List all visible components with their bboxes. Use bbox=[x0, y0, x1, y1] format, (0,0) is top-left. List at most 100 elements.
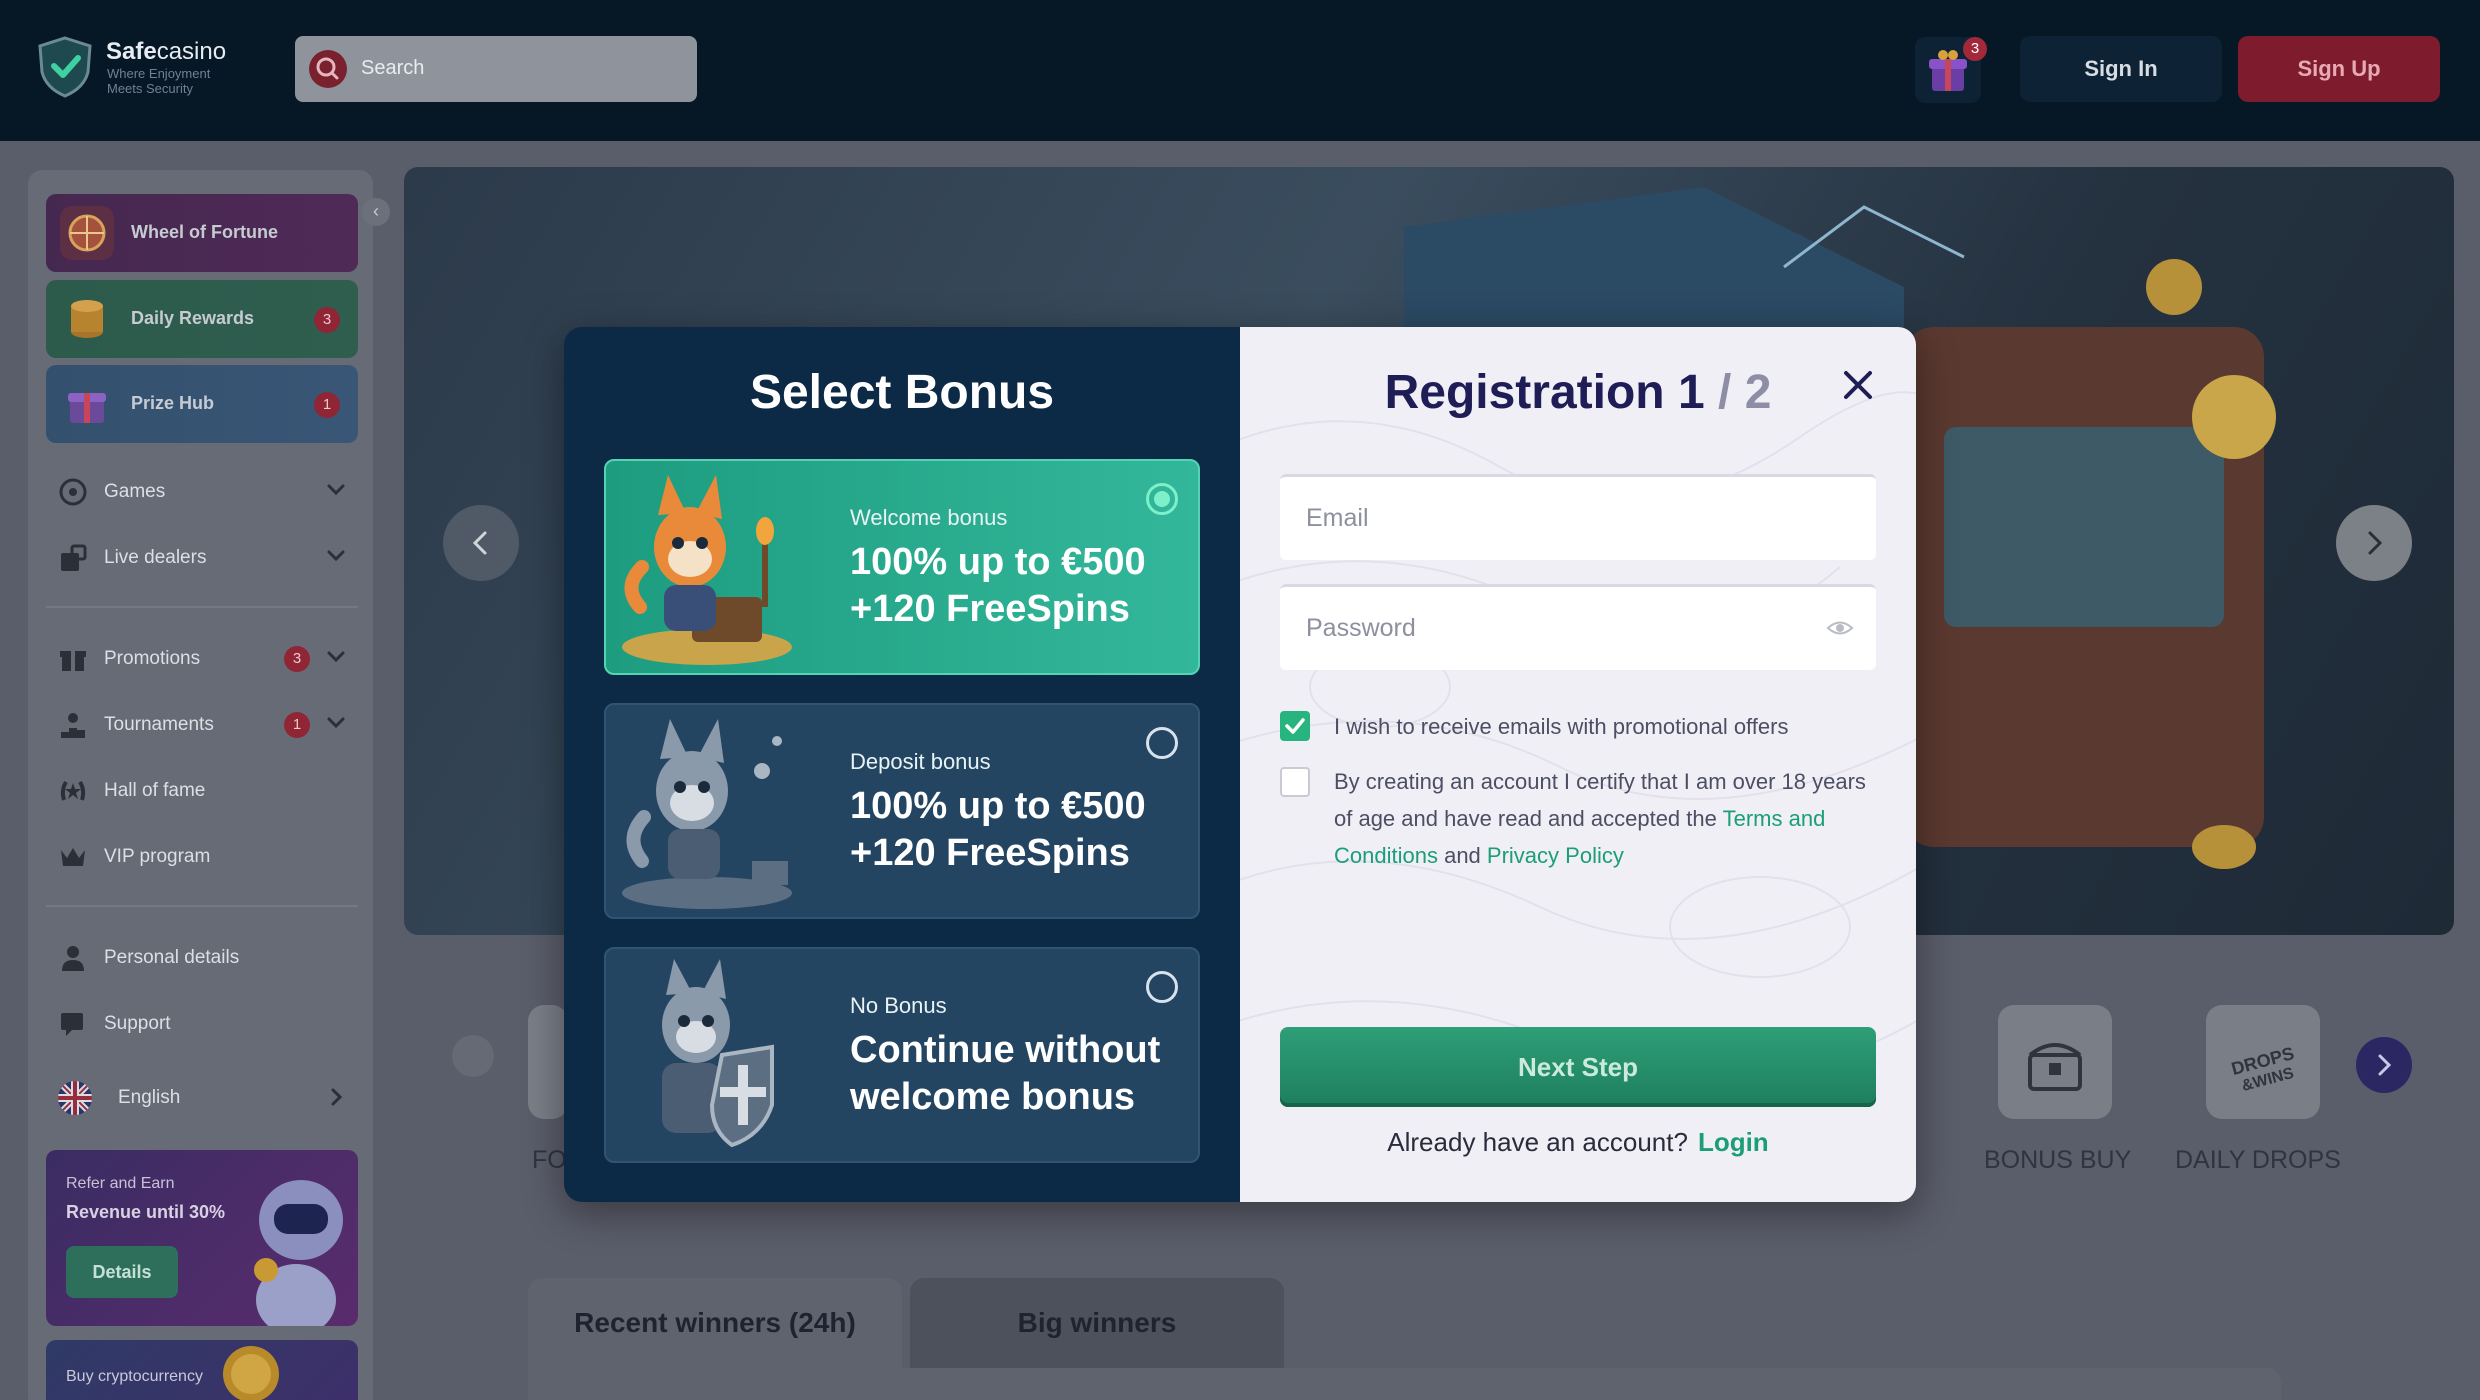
bonus-radio-selected[interactable] bbox=[1146, 483, 1178, 515]
sidebar-item-wheel-of-fortune[interactable]: Wheel of Fortune bbox=[46, 194, 358, 272]
coins-stack-icon bbox=[71, 300, 103, 338]
eye-icon[interactable] bbox=[1826, 617, 1854, 639]
bonus-offer-line2: welcome bonus bbox=[850, 1076, 1136, 1118]
promotions-badge: 3 bbox=[284, 646, 310, 672]
chevron-right-icon bbox=[331, 1088, 343, 1106]
refer-details-button[interactable]: Details bbox=[66, 1246, 178, 1298]
registration-panel: Registration 1 / 2 I wish to receive ema… bbox=[1240, 327, 1916, 1202]
category-tile-partial[interactable] bbox=[528, 1005, 568, 1119]
drops-wins-icon: DROPS&WINS bbox=[2229, 1043, 2296, 1095]
gift-icon bbox=[60, 651, 86, 671]
sidebar-item-label: Hall of fame bbox=[104, 780, 206, 801]
search-bar[interactable]: Search bbox=[295, 36, 697, 102]
sidebar-item-tournaments[interactable]: Tournaments 1 bbox=[46, 696, 358, 752]
daily-rewards-badge: 3 bbox=[314, 307, 340, 333]
bonus-option-welcome[interactable]: Welcome bonus 100% up to €500 +120 FreeS… bbox=[604, 459, 1200, 675]
password-field[interactable] bbox=[1280, 584, 1876, 670]
trophy-icon bbox=[61, 713, 85, 738]
winners-tabs: Recent winners (24h) Big winners bbox=[528, 1278, 2281, 1400]
sidebar-item-label: Daily Rewards bbox=[131, 308, 255, 328]
categories-prev-button[interactable] bbox=[452, 1035, 494, 1077]
sidebar-item-label: Personal details bbox=[104, 947, 240, 968]
sidebar-divider bbox=[46, 606, 358, 608]
crown-icon bbox=[61, 848, 85, 866]
checkmark-icon bbox=[1285, 718, 1305, 734]
robot-mascot-icon bbox=[254, 1180, 343, 1326]
login-link[interactable]: Login bbox=[1698, 1127, 1769, 1157]
next-step-button[interactable]: Next Step bbox=[1280, 1027, 1876, 1107]
category-daily-drops[interactable]: DROPS &WINS bbox=[2206, 1005, 2320, 1119]
promo-emails-checkbox[interactable] bbox=[1280, 711, 1310, 741]
bonus-option-none[interactable]: No Bonus Continue without welcome bonus bbox=[604, 947, 1200, 1163]
fox-mascot-shield-icon bbox=[662, 959, 774, 1148]
sidebar-item-daily-rewards[interactable]: Daily Rewards 3 bbox=[46, 280, 358, 358]
terms-checkbox[interactable] bbox=[1280, 767, 1310, 797]
brand-name: Safecasino bbox=[106, 38, 227, 65]
tournaments-badge: 1 bbox=[284, 712, 310, 738]
bonus-type-label: No Bonus bbox=[850, 993, 947, 1018]
categories-next-button[interactable] bbox=[2356, 1037, 2412, 1093]
privacy-link[interactable]: Privacy Policy bbox=[1487, 843, 1624, 868]
person-icon bbox=[62, 946, 84, 971]
sidebar-item-support[interactable]: Support bbox=[46, 995, 358, 1051]
sidebar-item-vip-program[interactable]: VIP program bbox=[46, 828, 358, 884]
sidebar-item-games[interactable]: Games bbox=[46, 463, 358, 519]
tab-recent-winners[interactable]: Recent winners (24h) bbox=[528, 1278, 902, 1368]
email-field[interactable] bbox=[1280, 474, 1876, 560]
live-dealers-icon bbox=[61, 544, 87, 571]
brand-logo[interactable]: Safecasino Where Enjoyment Meets Securit… bbox=[38, 36, 238, 104]
laurel-icon bbox=[60, 780, 86, 801]
bonus-radio[interactable] bbox=[1146, 727, 1178, 759]
prize-box-icon bbox=[68, 393, 106, 423]
wheel-icon bbox=[60, 206, 114, 260]
buy-crypto-card[interactable]: Buy cryptocurrency bbox=[46, 1340, 358, 1400]
sidebar-item-live-dealers[interactable]: Live dealers bbox=[46, 529, 358, 585]
fox-mascot-treasure-icon bbox=[622, 475, 792, 665]
bonus-offer-line1: 100% up to €500 bbox=[850, 785, 1146, 827]
promo-emails-label: I wish to receive emails with promotiona… bbox=[1334, 714, 1789, 739]
bonus-type-label: Deposit bonus bbox=[850, 749, 991, 774]
bonus-offer-line2: +120 FreeSpins bbox=[850, 832, 1130, 874]
chevron-down-icon bbox=[327, 550, 345, 562]
select-bonus-title: Select Bonus bbox=[749, 366, 1055, 419]
terms-label: By creating an account I certify that I … bbox=[1334, 769, 1866, 868]
prize-hub-badge: 1 bbox=[314, 392, 340, 418]
gift-count-badge: 3 bbox=[1963, 37, 1987, 61]
games-icon bbox=[59, 478, 87, 506]
language-label: English bbox=[118, 1087, 181, 1108]
tab-big-winners[interactable]: Big winners bbox=[910, 1278, 1284, 1368]
sidebar-item-label: Tournaments bbox=[104, 714, 214, 735]
sidebar-item-label: VIP program bbox=[104, 846, 211, 867]
registration-title: Registration 1 / 2 bbox=[1384, 366, 1772, 419]
chevron-left-icon bbox=[472, 531, 487, 555]
language-selector[interactable]: English bbox=[46, 1069, 358, 1125]
category-label-bonus-buy: BONUS BUY bbox=[1984, 1146, 2132, 1174]
bonus-type-label: Welcome bonus bbox=[850, 505, 1008, 530]
banner-next-button[interactable] bbox=[2336, 505, 2412, 581]
fox-mascot-coins-icon bbox=[622, 719, 792, 909]
sidebar-collapse-button[interactable]: ‹ bbox=[362, 198, 390, 226]
sign-up-button[interactable]: Sign Up bbox=[2238, 36, 2440, 102]
bonus-offer-line2: +120 FreeSpins bbox=[850, 588, 1130, 630]
bonus-option-deposit[interactable]: Deposit bonus 100% up to €500 +120 FreeS… bbox=[604, 703, 1200, 919]
sidebar-item-promotions[interactable]: Promotions 3 bbox=[46, 630, 358, 686]
close-icon[interactable] bbox=[1838, 365, 1878, 405]
sidebar-item-label: Live dealers bbox=[104, 547, 207, 568]
sidebar-item-hall-of-fame[interactable]: Hall of fame bbox=[46, 762, 358, 818]
brand-tagline: Where Enjoyment Meets Security bbox=[107, 66, 211, 96]
banner-prev-button[interactable] bbox=[443, 505, 519, 581]
chevron-down-icon bbox=[327, 717, 345, 729]
bonus-radio[interactable] bbox=[1146, 971, 1178, 1003]
category-bonus-buy[interactable] bbox=[1998, 1005, 2112, 1119]
refer-and-earn-card[interactable]: Refer and Earn Revenue until 30% Details bbox=[46, 1150, 358, 1326]
sign-in-button[interactable]: Sign In bbox=[2020, 36, 2222, 102]
sidebar-item-personal-details[interactable]: Personal details bbox=[46, 929, 358, 985]
email-input[interactable] bbox=[1280, 477, 1876, 560]
login-prompt: Already have an account? Login bbox=[1387, 1127, 1769, 1157]
chevron-down-icon bbox=[327, 651, 345, 663]
password-input[interactable] bbox=[1280, 587, 1876, 670]
winners-panel bbox=[528, 1368, 2281, 1400]
search-placeholder: Search bbox=[361, 57, 425, 79]
category-label-daily-drops: DAILY DROPS bbox=[2175, 1146, 2341, 1174]
sidebar-item-prize-hub[interactable]: Prize Hub 1 bbox=[46, 365, 358, 443]
